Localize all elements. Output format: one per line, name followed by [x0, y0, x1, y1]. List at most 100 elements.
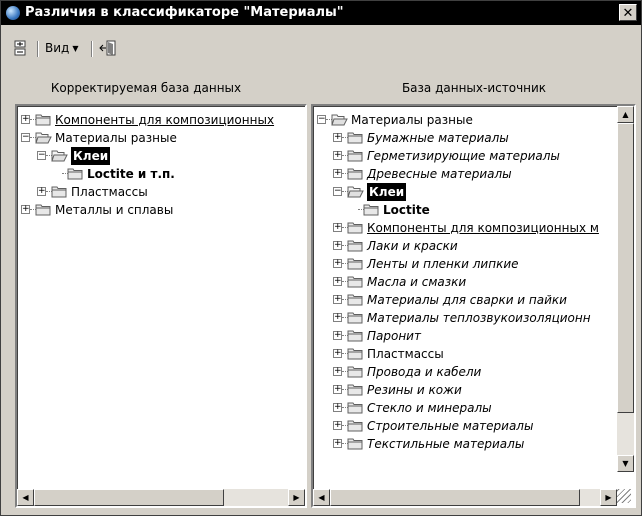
open-folder-icon: [331, 113, 348, 126]
tree-item[interactable]: − Материалы разные: [313, 111, 617, 129]
folder-icon: [347, 329, 363, 342]
tree-item-label: Бумажные материалы: [367, 131, 509, 145]
view-menu-button[interactable]: Вид ▼: [45, 39, 78, 57]
tree-item[interactable]: Loctite и т.п.: [17, 165, 305, 183]
expand-toggle[interactable]: +: [333, 313, 342, 322]
expand-toggle[interactable]: +: [37, 187, 46, 196]
collapse-toggle[interactable]: −: [333, 187, 342, 196]
collapse-toggle[interactable]: −: [21, 133, 30, 142]
scrollbar-thumb[interactable]: [34, 489, 224, 506]
folder-icon: [347, 257, 363, 270]
tree-item-label: Материалы для сварки и пайки: [367, 293, 567, 307]
expand-toggle[interactable]: +: [333, 403, 342, 412]
left-horizontal-scrollbar[interactable]: ◀ ▶: [17, 489, 305, 506]
tree-item-label: Клеи: [71, 147, 111, 165]
left-tree-pane[interactable]: + Компоненты для композиционных − Материалы…: [15, 104, 307, 508]
folder-icon: [347, 311, 363, 324]
scroll-left-button[interactable]: ◀: [17, 489, 34, 506]
scroll-right-button[interactable]: ▶: [600, 489, 617, 506]
tree-item[interactable]: + Металлы и сплавы: [17, 201, 305, 219]
close-button[interactable]: ✕: [619, 4, 637, 21]
scroll-left-button[interactable]: ◀: [313, 489, 330, 506]
scroll-right-button[interactable]: ▶: [288, 489, 305, 506]
expand-toggle[interactable]: +: [333, 259, 342, 268]
tree-item[interactable]: − Материалы разные: [17, 129, 305, 147]
expand-toggle[interactable]: +: [333, 277, 342, 286]
tree-item-label: Пластмассы: [71, 185, 148, 199]
scrollbar-thumb[interactable]: [330, 489, 580, 506]
tree-item[interactable]: + Паронит: [313, 327, 617, 345]
tree-item-label: Компоненты для композиционных: [55, 113, 275, 127]
expand-toggle[interactable]: +: [333, 295, 342, 304]
toolbar-separator: [91, 41, 93, 57]
tree-item[interactable]: + Строительные материалы: [313, 417, 617, 435]
tree-item[interactable]: − Клеи: [313, 183, 617, 201]
tree-item-label: Пластмассы: [367, 347, 444, 361]
tree-item[interactable]: + Материалы для сварки и пайки: [313, 291, 617, 309]
expand-collapse-button[interactable]: [13, 39, 27, 57]
folder-icon: [347, 437, 363, 450]
toolbar: Вид ▼: [5, 31, 205, 63]
expand-toggle[interactable]: +: [333, 169, 342, 178]
expand-toggle[interactable]: +: [21, 205, 30, 214]
folder-icon: [347, 221, 363, 234]
folder-icon: [347, 239, 363, 252]
tree-item[interactable]: Loctite: [313, 201, 617, 219]
tree-item[interactable]: + Компоненты для композиционных м: [313, 219, 617, 237]
tree-item[interactable]: − Клеи: [17, 147, 305, 165]
tree-item[interactable]: + Лаки и краски: [313, 237, 617, 255]
exit-button[interactable]: [99, 39, 117, 57]
expand-toggle[interactable]: +: [333, 349, 342, 358]
right-vertical-scrollbar[interactable]: ▲ ▼: [617, 106, 634, 472]
tree-item[interactable]: + Герметизирующие материалы: [313, 147, 617, 165]
expand-toggle[interactable]: +: [333, 421, 342, 430]
size-grip: [617, 489, 631, 503]
tree-item-label: Стекло и минералы: [367, 401, 492, 415]
tree-item-label: Провода и кабели: [367, 365, 482, 379]
tree-item[interactable]: + Резины и кожи: [313, 381, 617, 399]
tree-item-label: Loctite: [383, 203, 430, 217]
collapse-toggle[interactable]: −: [317, 115, 326, 124]
tree-item[interactable]: + Пластмассы: [313, 345, 617, 363]
tree-item[interactable]: + Масла и смазки: [313, 273, 617, 291]
expand-toggle[interactable]: +: [333, 241, 342, 250]
tree-item[interactable]: + Компоненты для композиционных: [17, 111, 305, 129]
folder-icon: [347, 347, 363, 360]
expand-toggle[interactable]: +: [333, 385, 342, 394]
exit-door-icon: [99, 40, 116, 56]
expand-toggle[interactable]: +: [333, 223, 342, 232]
scroll-down-button[interactable]: ▼: [617, 455, 634, 472]
open-folder-icon: [347, 185, 364, 198]
expand-toggle[interactable]: +: [333, 331, 342, 340]
tree-item-label: Ленты и пленки липкие: [367, 257, 519, 271]
folder-icon: [347, 167, 363, 180]
expand-toggle[interactable]: +: [333, 367, 342, 376]
scrollbar-thumb[interactable]: [617, 123, 634, 413]
collapse-toggle[interactable]: −: [37, 151, 46, 160]
tree-item[interactable]: + Ленты и пленки липкие: [313, 255, 617, 273]
tree-item[interactable]: + Бумажные материалы: [313, 129, 617, 147]
tree-item-label: Loctite и т.п.: [87, 167, 175, 181]
right-horizontal-scrollbar[interactable]: ◀ ▶: [313, 489, 617, 506]
title-bar[interactable]: Различия в классификаторе "Материалы" ✕: [1, 1, 641, 25]
view-menu-label: Вид: [45, 41, 70, 55]
tree-item[interactable]: + Стекло и минералы: [313, 399, 617, 417]
tree-item-label: Строительные материалы: [367, 419, 534, 433]
tree-item[interactable]: + Текстильные материалы: [313, 435, 617, 453]
tree-item-label: Текстильные материалы: [367, 437, 525, 451]
tree-item[interactable]: + Материалы теплозвукоизоляционн: [313, 309, 617, 327]
expand-toggle[interactable]: +: [333, 133, 342, 142]
folder-icon: [51, 185, 67, 198]
tree-item-label: Древесные материалы: [367, 167, 512, 181]
expand-toggle[interactable]: +: [333, 151, 342, 160]
expand-toggle[interactable]: +: [333, 439, 342, 448]
right-tree-pane[interactable]: − Материалы разные + Бумажные материалы + Гер…: [311, 104, 636, 508]
scroll-up-button[interactable]: ▲: [617, 106, 634, 123]
tree-item[interactable]: + Древесные материалы: [313, 165, 617, 183]
tree-item[interactable]: + Провода и кабели: [313, 363, 617, 381]
tree-item[interactable]: + Пластмассы: [17, 183, 305, 201]
open-folder-icon: [35, 131, 52, 144]
expand-toggle[interactable]: +: [21, 115, 30, 124]
folder-icon: [347, 419, 363, 432]
tree-item-label: Материалы теплозвукоизоляционн: [367, 311, 591, 325]
